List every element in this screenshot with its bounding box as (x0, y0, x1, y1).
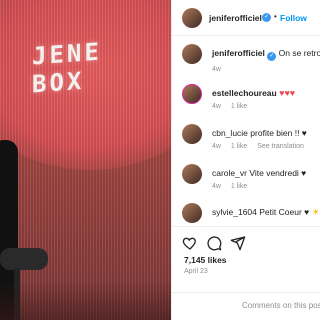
comment-time: 4w (212, 103, 221, 110)
likes-count[interactable]: 7,145 likes (184, 255, 227, 265)
heart-icon[interactable] (182, 235, 198, 251)
post-header: jeniferofficiel ✓ • Follow (172, 0, 320, 36)
comment-body: Petit Coeur ♥ (259, 207, 310, 217)
list-item: cbn_lucie profite bien !! ♥ 4w 1 like Se… (172, 124, 320, 154)
list-item: estellechoureau ♥♥♥ 4w 1 like (172, 84, 320, 114)
comments-note: Comments on this pos (242, 301, 320, 310)
comments-limited-bar: Comments on this pos (172, 292, 320, 320)
comment-text: carole_vr Vite vendredi ♥ (212, 168, 306, 178)
comment-time: 4w (212, 66, 221, 73)
see-translation-link[interactable]: See translation (257, 143, 304, 150)
sun-emoji-icon: ☀ (311, 207, 320, 217)
list-item: carole_vr Vite vendredi ♥ 4w 1 like (172, 164, 320, 194)
sign-line-2: BOX (32, 66, 85, 99)
comment-meta: 4w 1 like See translation (212, 143, 312, 150)
share-icon[interactable] (230, 235, 246, 251)
comment-body: On se retrouv (278, 48, 320, 58)
comment-text: sylvie_1604 Petit Coeur ♥ ☀ (212, 207, 320, 218)
caption-text: jeniferofficiel ✓ On se retrouv (212, 48, 320, 61)
avatar[interactable] (182, 124, 202, 144)
post-date: April 23 (184, 268, 208, 275)
comment-user[interactable]: estellechoureau (212, 88, 277, 98)
comment-user[interactable]: carole_vr (212, 168, 247, 178)
post-author[interactable]: jeniferofficiel (209, 13, 262, 23)
avatar[interactable] (182, 84, 202, 104)
comment-body: ♥♥♥ (279, 88, 296, 98)
list-item: sylvie_1604 Petit Coeur ♥ ☀ (172, 203, 320, 225)
like-count[interactable]: 1 like (231, 143, 247, 150)
comment-body: Vite vendredi ♥ (249, 168, 307, 178)
floor-shadow (0, 280, 171, 320)
comment-icon[interactable] (206, 235, 222, 251)
comment-body: profite bien !! ♥ (250, 128, 307, 138)
comment-user[interactable]: cbn_lucie (212, 128, 248, 138)
comment-user[interactable]: jeniferofficiel (212, 48, 265, 58)
avatar[interactable] (182, 44, 202, 64)
avatar[interactable] (182, 164, 202, 184)
caption: jeniferofficiel ✓ On se retrouv 4w (172, 44, 320, 78)
neon-sign: JENE BOX (32, 38, 102, 99)
comment-time: 4w (212, 143, 221, 150)
comment-meta: 4w 1 like (212, 183, 255, 190)
comment-text: estellechoureau ♥♥♥ (212, 88, 295, 98)
verified-icon: ✓ (262, 13, 271, 22)
post-sidebar: jeniferofficiel ✓ • Follow jeniferoffici… (171, 0, 320, 320)
comment-user[interactable]: sylvie_1604 (212, 207, 257, 217)
post-photo: JENE BOX (0, 0, 171, 320)
avatar[interactable] (182, 8, 202, 28)
avatar[interactable] (182, 203, 202, 223)
separator-dot: • (274, 12, 277, 21)
comment-meta: 4w 1 like (212, 103, 255, 110)
like-count[interactable]: 1 like (231, 183, 247, 190)
stool (0, 248, 48, 270)
comment-text: cbn_lucie profite bien !! ♥ (212, 128, 307, 138)
verified-icon: ✓ (267, 52, 277, 61)
sign-line-1: JENE (32, 37, 102, 71)
follow-button[interactable]: Follow (280, 13, 307, 23)
action-bar (172, 226, 320, 254)
like-count[interactable]: 1 like (231, 103, 247, 110)
comment-time: 4w (212, 183, 221, 190)
